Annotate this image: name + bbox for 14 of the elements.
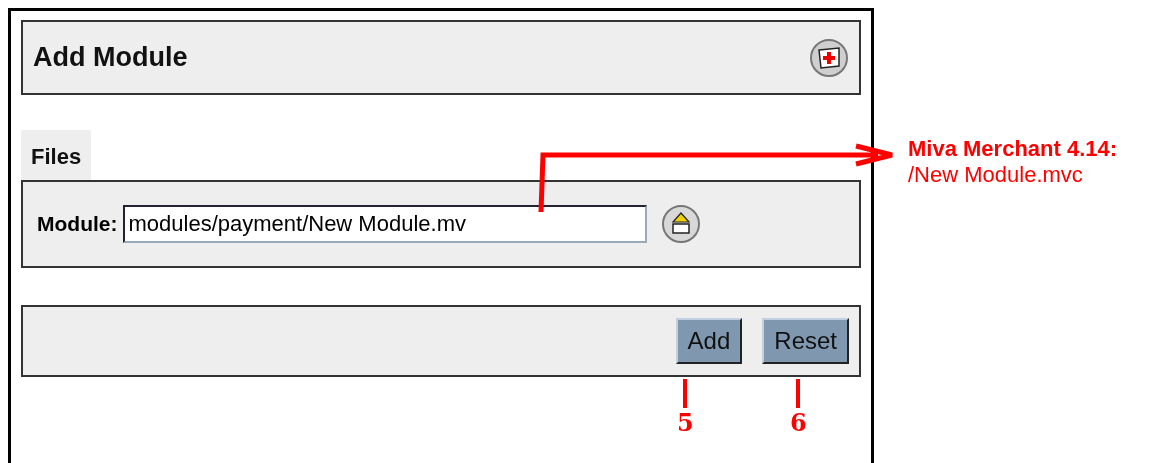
help-icon[interactable] bbox=[809, 37, 849, 78]
module-field[interactable]: modules/payment/New Module.mv bbox=[123, 205, 648, 243]
action-button[interactable]: Add bbox=[675, 318, 743, 364]
leader-line bbox=[683, 379, 687, 408]
page-title: Add Module bbox=[33, 42, 188, 73]
action-button[interactable]: Reset bbox=[762, 318, 849, 364]
module-label: Module: bbox=[37, 212, 118, 236]
callout-text: /New Module.mvc bbox=[908, 162, 1084, 188]
callout-number: 5 bbox=[677, 408, 694, 437]
upload-icon[interactable] bbox=[661, 204, 702, 244]
callout-number: 6 bbox=[790, 408, 807, 437]
callout-title: Miva Merchant 4.14: bbox=[908, 136, 1118, 162]
files-tab[interactable]: Files bbox=[21, 130, 92, 180]
leader-line bbox=[796, 379, 800, 408]
